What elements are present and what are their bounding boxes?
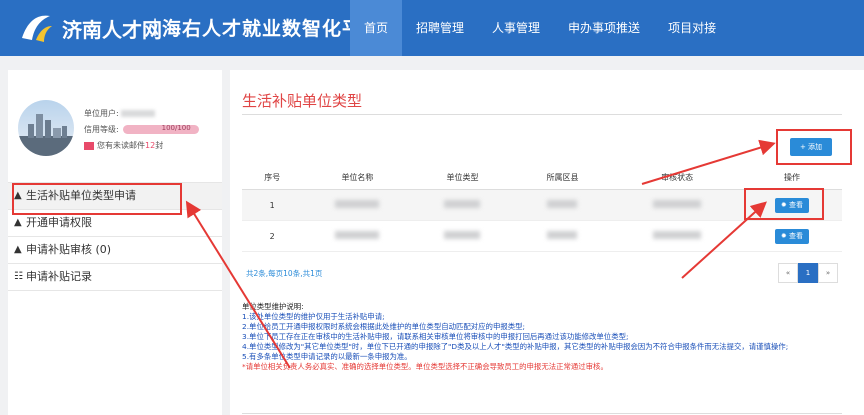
cell-unit-type xyxy=(412,189,513,221)
mail-row[interactable]: 您有未读邮件12封 xyxy=(84,140,163,151)
list-icon: ☷ xyxy=(14,271,23,282)
note-line: 5.有多条单位类型申请记录的以最新一条申报为准。 xyxy=(242,352,412,361)
bottom-divider xyxy=(242,413,842,414)
main-content: 生活补贴单位类型 + 添加 序号 单位名称 单位类型 所属区县 审核状态 操作 … xyxy=(230,70,864,415)
view-button[interactable]: ✹ 查看 xyxy=(774,228,809,244)
cell-unit-name xyxy=(302,220,413,252)
pagination-info: 共2条,每页10条,共1页 xyxy=(246,269,323,278)
cell-district xyxy=(512,220,613,252)
mail-suffix: 封 xyxy=(155,141,164,150)
user-label: 单位用户: xyxy=(84,109,119,118)
mail-icon xyxy=(84,141,94,150)
main-nav: 首页 招聘管理 人事管理 申办事项推送 项目对接 xyxy=(350,0,730,56)
cell-index: 1 xyxy=(242,189,303,221)
note-line: 4.单位类型修改为"其它单位类型"时，单位下已开通的申报除了"D类及以上人才"类… xyxy=(242,342,789,351)
cell-review-status xyxy=(612,189,742,221)
col-header-action: 操作 xyxy=(741,165,842,190)
home-icon: ▲ xyxy=(14,244,22,255)
avatar xyxy=(18,100,74,156)
col-header-index: 序号 xyxy=(242,165,303,190)
nav-project[interactable]: 项目对接 xyxy=(654,0,730,56)
col-header-unit-type: 单位类型 xyxy=(412,165,513,190)
highlight-add-button xyxy=(776,129,852,165)
sidebar-item-subsidy-review[interactable]: ▲ 申请补贴审核 (0) xyxy=(8,236,222,263)
user-name-row: 单位用户: xyxy=(84,108,155,119)
col-header-review-status: 审核状态 xyxy=(612,165,742,190)
note-warning: *请单位相关负责人务必真实、准确的选择单位类型。单位类型选择不正确会导致员工的申… xyxy=(242,362,608,371)
sidebar-item-label: 申请补贴记录 xyxy=(26,270,92,283)
nav-recruitment[interactable]: 招聘管理 xyxy=(402,0,478,56)
sidebar-item-label: 开通申请权限 xyxy=(26,216,92,229)
nav-push[interactable]: 申办事项推送 xyxy=(554,0,654,56)
highlight-sidebar-item xyxy=(12,183,182,215)
platform-title: 海右人才就业数智化平台 xyxy=(162,18,383,40)
table-header-row: 序号 单位名称 单位类型 所属区县 审核状态 操作 xyxy=(242,165,842,190)
cell-district xyxy=(512,189,613,221)
page-next-button[interactable]: » xyxy=(818,263,838,283)
table-row: 2 ✹ 查看 xyxy=(242,220,842,252)
col-header-district: 所属区县 xyxy=(512,165,613,190)
logo-icon xyxy=(22,15,52,42)
pagination: « 1 » xyxy=(778,263,838,283)
col-header-unit-name: 单位名称 xyxy=(302,165,413,190)
user-name-blurred xyxy=(120,110,155,117)
city-skyline-icon xyxy=(18,114,74,156)
credit-label: 信用等级: xyxy=(84,125,119,134)
credit-progress-bar: 100/100 xyxy=(122,124,199,134)
sidebar-item-label: 申请补贴审核 xyxy=(26,243,92,256)
cell-unit-name xyxy=(302,189,413,221)
logo-separator: | xyxy=(152,16,159,37)
credit-row: 信用等级: 100/100 xyxy=(84,124,199,135)
cell-review-status xyxy=(612,220,742,252)
page-title: 生活补贴单位类型 xyxy=(242,92,363,110)
gear-icon: ✹ xyxy=(780,231,790,240)
title-divider xyxy=(242,114,842,115)
cell-action: ✹ 查看 xyxy=(741,220,842,252)
review-count: (0) xyxy=(95,243,112,256)
sidebar-item-subsidy-records[interactable]: ☷ 申请补贴记录 xyxy=(8,263,222,291)
view-label: 查看 xyxy=(789,231,804,240)
nav-home[interactable]: 首页 xyxy=(350,0,403,56)
note-line: 2.单位给员工开通申报权限时系统会根据此处维护的单位类型自动匹配对应的申报类型; xyxy=(242,322,525,331)
notes-heading: 单位类型维护说明: xyxy=(242,302,304,311)
sidebar: 单位用户: 信用等级: 100/100 您有未读邮件12封 ▲ 生活补贴单位类型申… xyxy=(8,70,222,415)
page-current-button[interactable]: 1 xyxy=(798,263,818,283)
credit-value: 100/100 xyxy=(161,124,191,132)
top-header: 济南人才网 | 海右人才就业数智化平台 首页 招聘管理 人事管理 申办事项推送 … xyxy=(0,0,864,56)
note-line: 1.该处单位类型的维护仅用于生活补贴申请; xyxy=(242,312,385,321)
highlight-view-button xyxy=(744,188,824,220)
page-prev-button[interactable]: « xyxy=(778,263,798,283)
cell-index: 2 xyxy=(242,220,303,252)
nav-hr[interactable]: 人事管理 xyxy=(478,0,554,56)
maintenance-notes: 单位类型维护说明: 1.该处单位类型的维护仅用于生活补贴申请; 2.单位给员工开… xyxy=(242,302,852,372)
mail-prefix: 您有未读邮件 xyxy=(97,141,145,150)
logo-text: 济南人才网 xyxy=(62,18,162,42)
note-line: 3.单位下员工存在正在审核中的生活补贴申报，请联系相关审核单位将审核中的申报打回… xyxy=(242,332,629,341)
cell-unit-type xyxy=(412,220,513,252)
mail-count: 12 xyxy=(145,141,156,150)
